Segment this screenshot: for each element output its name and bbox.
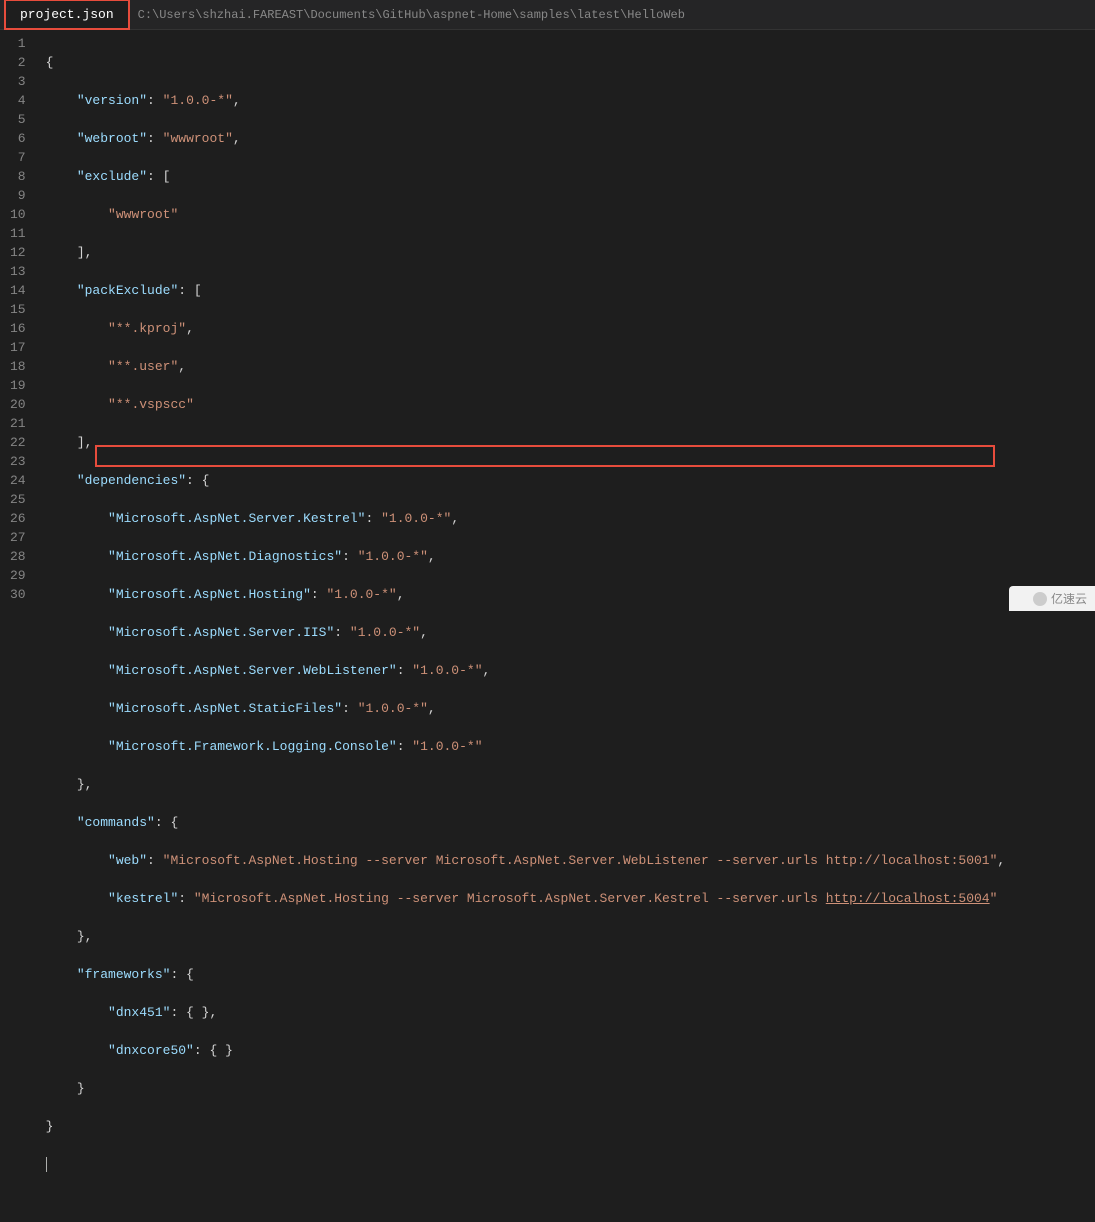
- line-number: 6: [10, 129, 26, 148]
- line-number: 3: [10, 72, 26, 91]
- line-number: 9: [10, 186, 26, 205]
- packexclude-value: **.kproj: [116, 321, 178, 336]
- packexclude-value: **.user: [116, 359, 171, 374]
- watermark-icon: [1033, 592, 1047, 606]
- line-number: 29: [10, 566, 26, 585]
- line-number: 26: [10, 509, 26, 528]
- line-number: 10: [10, 205, 26, 224]
- version-value: 1.0.0-*: [170, 93, 225, 108]
- line-number: 14: [10, 281, 26, 300]
- line-number: 11: [10, 224, 26, 243]
- line-number: 24: [10, 471, 26, 490]
- watermark-text: 亿速云: [1051, 590, 1087, 607]
- line-number: 21: [10, 414, 26, 433]
- line-number: 23: [10, 452, 26, 471]
- packexclude-value: **.vspscc: [116, 397, 186, 412]
- tab-bar: project.json C:\Users\shzhai.FAREAST\Doc…: [0, 0, 1095, 30]
- line-number: 28: [10, 547, 26, 566]
- web-command: Microsoft.AspNet.Hosting --server Micros…: [170, 853, 989, 868]
- text-cursor: [46, 1157, 47, 1172]
- line-number: 17: [10, 338, 26, 357]
- line-number: 22: [10, 433, 26, 452]
- line-number: 27: [10, 528, 26, 547]
- line-number: 8: [10, 167, 26, 186]
- line-number: 15: [10, 300, 26, 319]
- line-number: 25: [10, 490, 26, 509]
- line-gutter: 1 2 3 4 5 6 7 8 9 10 11 12 13 14 15 16 1…: [0, 30, 40, 611]
- code-editor[interactable]: 1 2 3 4 5 6 7 8 9 10 11 12 13 14 15 16 1…: [0, 30, 1095, 611]
- line-number: 30: [10, 585, 26, 604]
- watermark: 亿速云: [1009, 586, 1095, 611]
- line-number: 2: [10, 53, 26, 72]
- line-number: 16: [10, 319, 26, 338]
- line-number: 5: [10, 110, 26, 129]
- kestrel-command: Microsoft.AspNet.Hosting --server Micros…: [202, 891, 826, 906]
- file-path: C:\Users\shzhai.FAREAST\Documents\GitHub…: [138, 8, 685, 22]
- webroot-value: wwwroot: [170, 131, 225, 146]
- file-tab[interactable]: project.json: [4, 0, 130, 30]
- line-number: 13: [10, 262, 26, 281]
- line-number: 1: [10, 34, 26, 53]
- code-content[interactable]: { "version": "1.0.0-*", "webroot": "wwwr…: [40, 30, 1095, 611]
- line-number: 12: [10, 243, 26, 262]
- line-number: 7: [10, 148, 26, 167]
- line-number: 4: [10, 91, 26, 110]
- line-number: 19: [10, 376, 26, 395]
- kestrel-url-link[interactable]: http://localhost:5004: [826, 891, 990, 906]
- line-number: 18: [10, 357, 26, 376]
- line-number: 20: [10, 395, 26, 414]
- exclude-value: wwwroot: [116, 207, 171, 222]
